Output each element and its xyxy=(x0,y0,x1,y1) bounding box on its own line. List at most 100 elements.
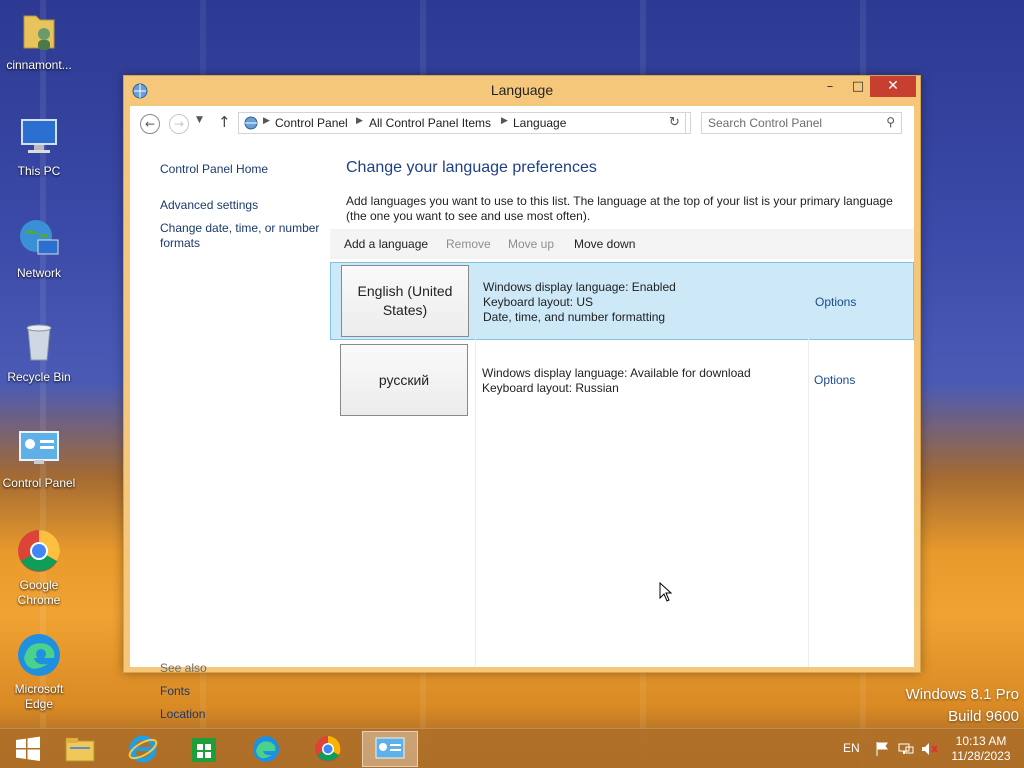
desktop-icon-control-panel[interactable]: Control Panel xyxy=(0,426,78,491)
recent-locations-dropdown[interactable]: ▼ xyxy=(196,115,203,125)
fonts-link[interactable]: Fonts xyxy=(160,684,325,699)
store-taskbar[interactable] xyxy=(176,731,232,767)
location-link[interactable]: Location xyxy=(160,707,325,722)
window-content: ← → ▼ ↑ ▶ Control Panel ▶ All Control Pa… xyxy=(130,106,914,721)
edge-taskbar[interactable] xyxy=(238,731,294,767)
navigation-bar: ← → ▼ ↑ ▶ Control Panel ▶ All Control Pa… xyxy=(130,106,914,142)
remove-button[interactable]: Remove xyxy=(446,237,491,251)
column-divider xyxy=(475,338,476,667)
taskbar: EN 10:13 AM 11/28/2023 xyxy=(0,728,1024,768)
page-title: Change your language preferences xyxy=(346,159,597,176)
breadcrumb-language[interactable]: Language xyxy=(513,116,566,130)
up-button[interactable]: ↑ xyxy=(218,113,231,131)
volume-muted-icon[interactable] xyxy=(921,741,939,768)
desktop-icon-label: Microsoft Edge xyxy=(14,682,64,711)
recycle-bin-icon xyxy=(16,320,62,366)
keyboard-layout: Keyboard layout: US xyxy=(483,295,594,309)
back-button[interactable]: ← xyxy=(140,114,160,134)
column-divider xyxy=(808,338,809,667)
edge-icon xyxy=(253,736,279,762)
windows-build: Build 9600 xyxy=(948,708,1019,725)
title-bar[interactable]: Language – □ ✕ xyxy=(124,76,920,106)
formatting-info: Date, time, and number formatting xyxy=(483,310,666,324)
user-folder-icon xyxy=(16,8,62,54)
options-link[interactable]: Options xyxy=(814,373,855,387)
keyboard-layout: Keyboard layout: Russian xyxy=(482,381,619,395)
file-explorer-taskbar[interactable] xyxy=(52,731,108,767)
network-tray-icon[interactable] xyxy=(898,741,914,768)
display-language-status: Windows display language: Enabled xyxy=(483,280,676,294)
desktop-icon-network[interactable]: Network xyxy=(0,216,78,281)
minimize-button[interactable]: – xyxy=(816,76,844,97)
refresh-button[interactable]: ↻ xyxy=(664,112,686,134)
language-window: Language – □ ✕ ← → ▼ ↑ ▶ Control Panel ▶… xyxy=(123,75,921,721)
internet-explorer-taskbar[interactable] xyxy=(115,731,171,767)
search-input[interactable] xyxy=(708,115,878,131)
add-language-button[interactable]: Add a language xyxy=(344,237,428,251)
start-button[interactable] xyxy=(0,731,56,767)
computer-icon xyxy=(16,114,62,160)
search-icon[interactable]: ⚲ xyxy=(886,115,895,129)
desktop-icon-edge[interactable]: Microsoft Edge xyxy=(0,632,78,712)
desktop-icon-recycle-bin[interactable]: Recycle Bin xyxy=(0,320,78,385)
main-content: Change your language preferences Add lan… xyxy=(330,142,914,667)
window-title: Language xyxy=(490,82,554,98)
search-box[interactable]: ⚲ xyxy=(701,112,902,134)
start-icon xyxy=(16,736,40,761)
chrome-icon xyxy=(16,528,62,574)
chrome-taskbar[interactable] xyxy=(300,731,356,767)
control-panel-icon xyxy=(375,737,405,759)
desktop-icon-user-folder[interactable]: cinnamont... xyxy=(0,8,78,73)
language-details: Windows display language: Enabled Keyboa… xyxy=(483,280,676,325)
store-icon xyxy=(192,738,216,762)
language-details: Windows display language: Available for … xyxy=(482,366,751,396)
display-language-status: Windows display language: Available for … xyxy=(482,366,751,380)
left-navigation-pane: Control Panel Home Advanced settings Cha… xyxy=(130,142,330,721)
language-row-english[interactable]: English (United States) Windows display … xyxy=(330,262,914,340)
desktop-icon-label: Control Panel xyxy=(2,476,76,490)
control-panel-icon xyxy=(16,426,62,472)
language-list: English (United States) Windows display … xyxy=(330,262,914,667)
mouse-cursor-icon xyxy=(659,581,673,605)
maximize-button[interactable]: □ xyxy=(844,76,872,97)
windows-watermark: Windows 8.1 Pro Build 9600 xyxy=(906,684,1019,728)
desktop-icon-label: Recycle Bin xyxy=(7,370,71,384)
edge-icon xyxy=(16,632,62,678)
breadcrumb-separator[interactable]: ▶ xyxy=(501,116,508,126)
control-panel-taskbar[interactable] xyxy=(362,731,418,767)
breadcrumb-control-panel[interactable]: Control Panel xyxy=(275,116,348,130)
system-clock[interactable]: 10:13 AM 11/28/2023 xyxy=(940,734,1022,764)
windows-edition: Windows 8.1 Pro xyxy=(905,686,1019,703)
forward-button[interactable]: → xyxy=(169,114,189,134)
address-bar[interactable]: ▶ Control Panel ▶ All Control Panel Item… xyxy=(238,112,755,134)
language-row-russian[interactable]: русский Windows display language: Availa… xyxy=(330,344,914,422)
desktop-icon-this-pc[interactable]: This PC xyxy=(0,114,78,179)
input-language-indicator[interactable]: EN xyxy=(843,741,860,755)
action-center-flag-icon[interactable] xyxy=(874,741,890,768)
breadcrumb-separator[interactable]: ▶ xyxy=(263,116,270,126)
desktop-icon-chrome[interactable]: Google Chrome xyxy=(0,528,78,608)
language-tile[interactable]: русский xyxy=(340,344,468,416)
language-toolbar: Add a language Remove Move up Move down xyxy=(330,229,914,259)
options-link[interactable]: Options xyxy=(815,295,856,309)
advanced-settings-link[interactable]: Advanced settings xyxy=(160,198,325,213)
clock-date: 11/28/2023 xyxy=(951,749,1011,763)
file-explorer-icon xyxy=(65,738,95,762)
clock-time: 10:13 AM xyxy=(955,734,1007,748)
desktop-icon-label: Google Chrome xyxy=(17,578,61,607)
language-tile[interactable]: English (United States) xyxy=(341,265,469,337)
desktop-icon-label: cinnamont... xyxy=(6,58,72,72)
change-date-time-formats-link[interactable]: Change date, time, or number formats xyxy=(160,221,325,251)
desktop-icon-label: Network xyxy=(16,266,61,280)
breadcrumb-separator[interactable]: ▶ xyxy=(356,116,363,126)
move-up-button[interactable]: Move up xyxy=(508,237,554,251)
page-description: Add languages you want to use to this li… xyxy=(346,194,893,223)
control-panel-small-icon xyxy=(243,115,259,131)
network-icon xyxy=(16,216,62,262)
control-panel-home-link[interactable]: Control Panel Home xyxy=(160,162,325,177)
move-down-button[interactable]: Move down xyxy=(574,237,635,251)
desktop-icon-label: This PC xyxy=(17,164,61,178)
breadcrumb-all-items[interactable]: All Control Panel Items xyxy=(369,116,491,130)
chrome-icon xyxy=(315,736,341,762)
close-button[interactable]: ✕ xyxy=(870,76,916,97)
